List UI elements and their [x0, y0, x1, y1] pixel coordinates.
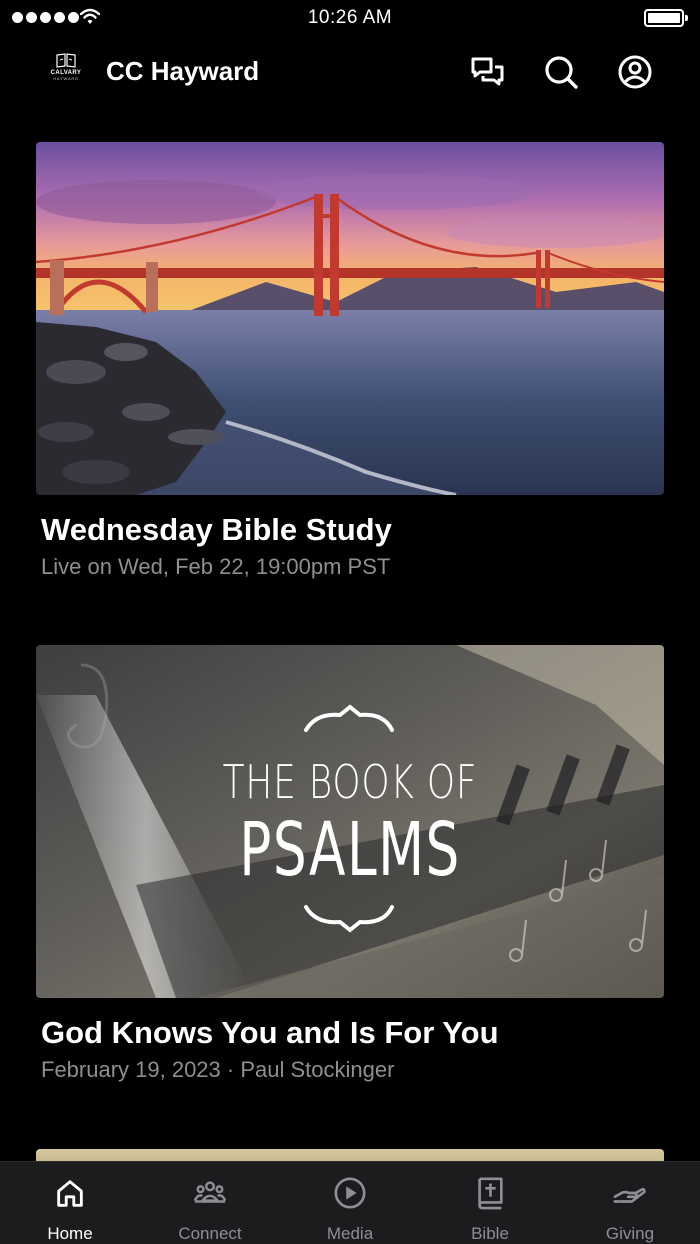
tab-label: Bible — [471, 1224, 509, 1243]
profile-icon — [618, 55, 652, 89]
tab-home[interactable]: Home — [0, 1162, 140, 1244]
tab-label: Giving — [605, 1224, 655, 1243]
logo-text-line2: HAYWARD — [53, 76, 79, 81]
home-icon — [57, 1180, 83, 1207]
app-header: CALVARY HAYWARD CC Hayward — [0, 40, 700, 104]
profile-button[interactable] — [615, 52, 655, 92]
bible-icon — [478, 1177, 503, 1210]
open-book-logo-icon — [56, 53, 76, 68]
search-icon — [545, 56, 578, 89]
battery-icon — [644, 9, 688, 27]
content-card[interactable]: THE BOOK OF PSALMS God Knows You and Is … — [36, 645, 664, 1083]
card-subtitle: February 19, 2023 · Paul Stockinger — [41, 1057, 395, 1082]
tab-label: Media — [326, 1224, 374, 1243]
status-bar: 10:26 AM — [0, 0, 700, 36]
tab-bible[interactable]: Bible — [420, 1162, 560, 1244]
content-card[interactable]: Wednesday Bible Study Live on Wed, Feb 2… — [36, 142, 664, 580]
tab-label: Home — [47, 1224, 93, 1243]
card-image-book-of-psalms[interactable]: THE BOOK OF PSALMS — [36, 645, 664, 998]
tab-giving[interactable]: Giving — [560, 1162, 700, 1244]
app-title: CC Hayward — [106, 56, 260, 86]
psalms-title-line2: PSALMS — [239, 807, 461, 893]
search-button[interactable] — [541, 52, 581, 92]
card-image-golden-gate[interactable] — [36, 142, 664, 495]
play-icon — [334, 1177, 366, 1209]
status-time: 10:26 AM — [307, 7, 393, 28]
card-title[interactable]: God Knows You and Is For You — [36, 1015, 664, 1051]
psalms-title-line1: THE BOOK OF — [222, 755, 478, 809]
church-logo: CALVARY HAYWARD — [44, 52, 88, 92]
tab-connect[interactable]: Connect — [140, 1162, 280, 1244]
card-subtitle: Live on Wed, Feb 22, 19:00pm PST — [41, 554, 391, 579]
giving-hand-icon — [613, 1187, 646, 1203]
card-title[interactable]: Wednesday Bible Study — [36, 512, 664, 548]
tab-bar: Home Connect Media Bible Giving — [0, 1161, 700, 1244]
chat-icon — [471, 57, 504, 86]
chat-button[interactable] — [467, 52, 507, 92]
tab-media[interactable]: Media — [280, 1162, 420, 1244]
people-icon — [193, 1181, 227, 1203]
tab-label: Connect — [178, 1224, 242, 1243]
